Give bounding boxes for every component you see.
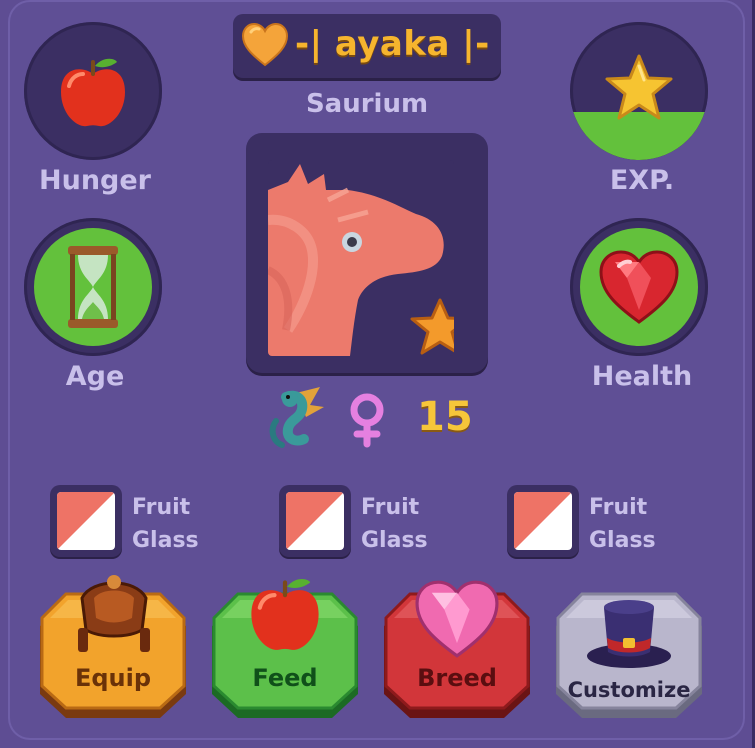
trait-box[interactable]: [50, 485, 122, 557]
trait-line-2: Glass: [132, 528, 199, 553]
dragon-type-icon[interactable]: [266, 385, 328, 449]
trait-box[interactable]: [507, 485, 579, 557]
trait-box[interactable]: [279, 485, 351, 557]
trait-line-1: Fruit: [589, 495, 648, 520]
trait-slot-3[interactable]: Fruit Glass: [507, 485, 717, 557]
pink-heart-gem-icon: [415, 580, 499, 658]
equip-button[interactable]: Equip: [38, 575, 188, 720]
trait-swatch: [514, 492, 572, 550]
trait-line-1: Fruit: [132, 495, 191, 520]
customize-button[interactable]: Customize: [554, 590, 704, 720]
health-stat[interactable]: [570, 218, 708, 356]
pet-portrait[interactable]: [268, 160, 454, 356]
trait-line-2: Glass: [361, 528, 428, 553]
level-value: 15: [417, 394, 473, 440]
equip-label: Equip: [74, 664, 152, 692]
trait-line-2: Glass: [589, 528, 656, 553]
species-label: Saurium: [305, 89, 429, 119]
customize-label: Customize: [567, 678, 691, 702]
trait-swatch: [286, 492, 344, 550]
exp-label: EXP.: [609, 165, 675, 196]
heart-gem-icon: [599, 250, 679, 324]
top-hat-icon: [587, 600, 671, 668]
female-icon: [350, 393, 384, 448]
breed-label: Breed: [417, 664, 497, 692]
trait-text: Fruit Glass: [589, 491, 656, 557]
age-label: Age: [65, 361, 125, 392]
hourglass-icon: [68, 246, 118, 328]
feed-label: Feed: [252, 664, 318, 692]
star-icon: [605, 54, 673, 120]
apple-icon: [251, 579, 319, 650]
name-banner[interactable]: -| ayaka |-: [233, 14, 501, 78]
hunger-stat[interactable]: [24, 22, 162, 160]
saddle-icon: [78, 575, 150, 652]
exp-stat[interactable]: [570, 22, 708, 160]
trait-swatch: [57, 492, 115, 550]
trait-text: Fruit Glass: [132, 491, 199, 557]
pet-name: -| ayaka |-: [295, 24, 490, 64]
hunger-label: Hunger: [39, 165, 151, 196]
feed-button[interactable]: Feed: [210, 579, 360, 720]
trait-line-1: Fruit: [361, 495, 420, 520]
apple-icon: [61, 58, 125, 127]
age-stat[interactable]: [24, 218, 162, 356]
star-badge-icon: [410, 298, 454, 355]
trait-slot-1[interactable]: Fruit Glass: [50, 485, 260, 557]
health-label: Health: [591, 361, 693, 392]
trait-text: Fruit Glass: [361, 491, 428, 557]
trait-slot-2[interactable]: Fruit Glass: [279, 485, 489, 557]
breed-button[interactable]: Breed: [382, 580, 532, 720]
orange-heart-icon: [241, 22, 289, 67]
